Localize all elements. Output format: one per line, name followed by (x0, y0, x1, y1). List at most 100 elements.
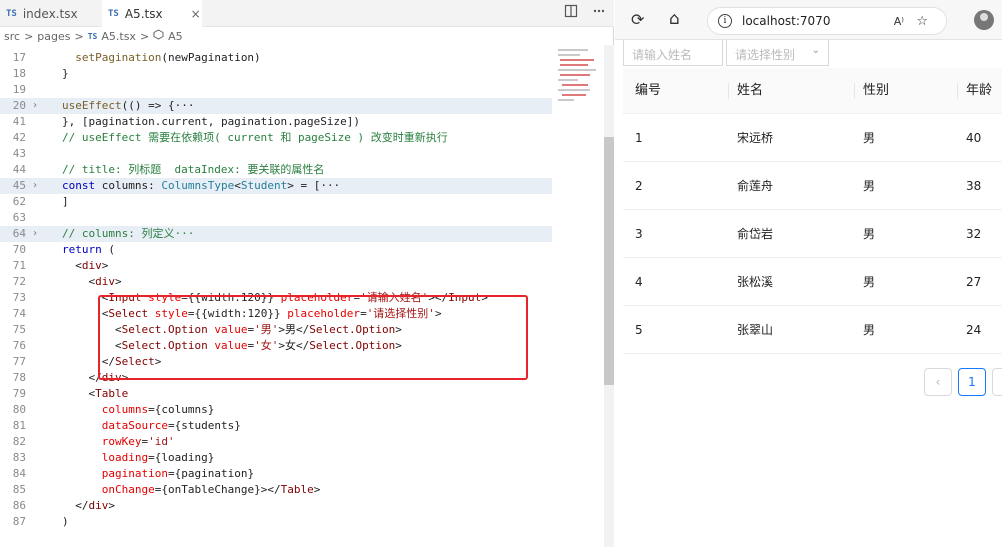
code-line[interactable]: 73 <Input style={{width:120}} placeholde… (0, 290, 552, 306)
cell-age: 24 (966, 323, 982, 337)
code-line[interactable]: 81 dataSource={students} (0, 418, 552, 434)
line-number: 64 (12, 227, 26, 240)
code-line[interactable]: 82 rowKey='id' (0, 434, 552, 450)
column-header-id: 编号 (635, 83, 662, 98)
gender-select[interactable]: 请选择性别 ⌄ (726, 40, 829, 66)
code-text: setPagination(newPagination) (75, 51, 261, 64)
code-line[interactable]: 20 › useEffect(() => {··· (0, 98, 552, 114)
more-actions-icon[interactable] (592, 4, 606, 22)
line-number: 84 (12, 467, 26, 480)
code-text: const columns: ColumnsType<Student> = [·… (62, 179, 341, 192)
line-number: 73 (12, 291, 26, 304)
code-line[interactable]: 41}, [pagination.current, pagination.pag… (0, 114, 552, 130)
code-line[interactable]: 18} (0, 66, 552, 82)
minimap[interactable] (556, 45, 602, 545)
code-text: </div> (62, 499, 115, 512)
code-line[interactable]: 19 (0, 82, 552, 98)
code-line[interactable]: 79 <Table (0, 386, 552, 402)
tab-a5-tsx[interactable]: TS A5.tsx × (102, 0, 202, 28)
fold-chevron-icon[interactable]: › (32, 226, 38, 242)
code-text: // useEffect 需要在依赖项( current 和 pageSize … (62, 131, 448, 144)
code-line[interactable]: 63 (0, 210, 552, 226)
code-line[interactable]: 84 pagination={pagination} (0, 466, 552, 482)
code-text: <Table (62, 387, 129, 400)
split-editor-icon[interactable] (564, 4, 578, 22)
tab-label: A5.tsx (124, 7, 163, 21)
profile-avatar-icon[interactable] (974, 10, 994, 30)
scrollbar-thumb[interactable] (604, 137, 614, 385)
table-row[interactable]: 1 宋远桥 男 40 (623, 114, 1002, 162)
code-line[interactable]: 78 </div> (0, 370, 552, 386)
table-row[interactable]: 2 俞莲舟 男 38 (623, 162, 1002, 210)
cell-id: 2 (635, 179, 643, 193)
code-line[interactable]: 83 loading={loading} (0, 450, 552, 466)
cell-age: 27 (966, 275, 982, 289)
code-text: <Select.Option value='男'>男</Select.Optio… (62, 323, 402, 336)
breadcrumb-file[interactable]: A5.tsx (101, 30, 136, 43)
code-line[interactable]: 43 (0, 146, 552, 162)
line-number: 83 (12, 451, 26, 464)
code-text: </Select> (62, 355, 162, 368)
line-number: 86 (12, 499, 26, 512)
breadcrumb-separator: > (139, 29, 150, 43)
cell-gender: 男 (863, 179, 876, 193)
cell-id: 1 (635, 131, 643, 145)
line-number: 17 (12, 51, 26, 64)
read-aloud-icon[interactable]: A⁾ (894, 15, 904, 28)
line-number: 72 (12, 275, 26, 288)
code-line[interactable]: 72 <div> (0, 274, 552, 290)
name-search-input[interactable]: 请输入姓名 (623, 40, 723, 66)
cell-age: 40 (966, 131, 982, 145)
breadcrumb: src > pages > TS A5.tsx > A5 (0, 27, 614, 45)
code-line[interactable]: 17 setPagination(newPagination) (0, 50, 552, 66)
refresh-icon[interactable]: ⟳ (631, 10, 644, 29)
url-text[interactable]: localhost:7070 (742, 14, 830, 28)
editor-scrollbar[interactable] (604, 45, 614, 547)
favorite-star-icon[interactable]: ☆ (916, 14, 928, 29)
breadcrumb-separator: > (74, 29, 84, 43)
table-row[interactable]: 5 张翠山 男 24 (623, 306, 1002, 354)
code-line[interactable]: 74 <Select style={{width:120}} placehold… (0, 306, 552, 322)
code-line[interactable]: 70 return ( (0, 242, 552, 258)
line-number: 70 (12, 243, 26, 256)
fold-chevron-icon[interactable]: › (32, 98, 38, 114)
line-number: 79 (12, 387, 26, 400)
code-text: <div> (62, 275, 122, 288)
code-line[interactable]: 87) (0, 514, 552, 530)
line-number: 80 (12, 403, 26, 416)
fold-chevron-icon[interactable]: › (32, 178, 38, 194)
code-line[interactable]: 86 </div> (0, 498, 552, 514)
site-info-icon[interactable]: i (718, 14, 732, 28)
next-page-button[interactable] (992, 368, 1002, 396)
tab-index-tsx[interactable]: TS index.tsx (0, 0, 92, 27)
code-line[interactable]: 77 </Select> (0, 354, 552, 370)
breadcrumb-pages[interactable]: pages (37, 30, 70, 43)
code-line[interactable]: 76 <Select.Option value='女'>女</Select.Op… (0, 338, 552, 354)
address-bar[interactable]: i localhost:7070 A⁾ ☆ (707, 7, 947, 35)
code-line[interactable]: 71 <div> (0, 258, 552, 274)
page-1-button[interactable]: 1 (958, 368, 986, 396)
line-number: 76 (12, 339, 26, 352)
code-line[interactable]: 62] (0, 194, 552, 210)
code-line[interactable]: 44 // title: 列标题 dataIndex: 要关联的属性名 (0, 162, 552, 178)
code-line[interactable]: 42 // useEffect 需要在依赖项( current 和 pageSiz… (0, 130, 552, 146)
code-line[interactable]: 80 columns={columns} (0, 402, 552, 418)
code-line[interactable]: 45 › const columns: ColumnsType<Student> =… (0, 178, 552, 194)
code-line[interactable]: 64 › // columns: 列定义··· (0, 226, 552, 242)
code-editor[interactable]: TS index.tsx TS A5.tsx × src > pages > T… (0, 0, 614, 547)
breadcrumb-symbol[interactable]: A5 (168, 30, 183, 43)
prev-page-button[interactable]: ‹ (924, 368, 952, 396)
breadcrumb-src[interactable]: src (4, 30, 20, 43)
code-area[interactable]: 17 setPagination(newPagination) 18} 19 20 › u… (0, 45, 560, 547)
table-row[interactable]: 3 俞岱岩 男 32 (623, 210, 1002, 258)
component-symbol-icon (153, 29, 164, 43)
code-text: loading={loading} (101, 451, 215, 464)
code-line[interactable]: 75 <Select.Option value='男'>男</Select.Op… (0, 322, 552, 338)
code-line[interactable]: 85 onChange={onTableChange}></Table> (0, 482, 552, 498)
line-number: 82 (12, 435, 26, 448)
chevron-down-icon: ⌄ (811, 45, 820, 56)
home-icon[interactable]: ⌂ (669, 9, 680, 29)
close-tab-icon[interactable]: × (191, 7, 201, 21)
cell-id: 4 (635, 275, 643, 289)
table-row[interactable]: 4 张松溪 男 27 (623, 258, 1002, 306)
